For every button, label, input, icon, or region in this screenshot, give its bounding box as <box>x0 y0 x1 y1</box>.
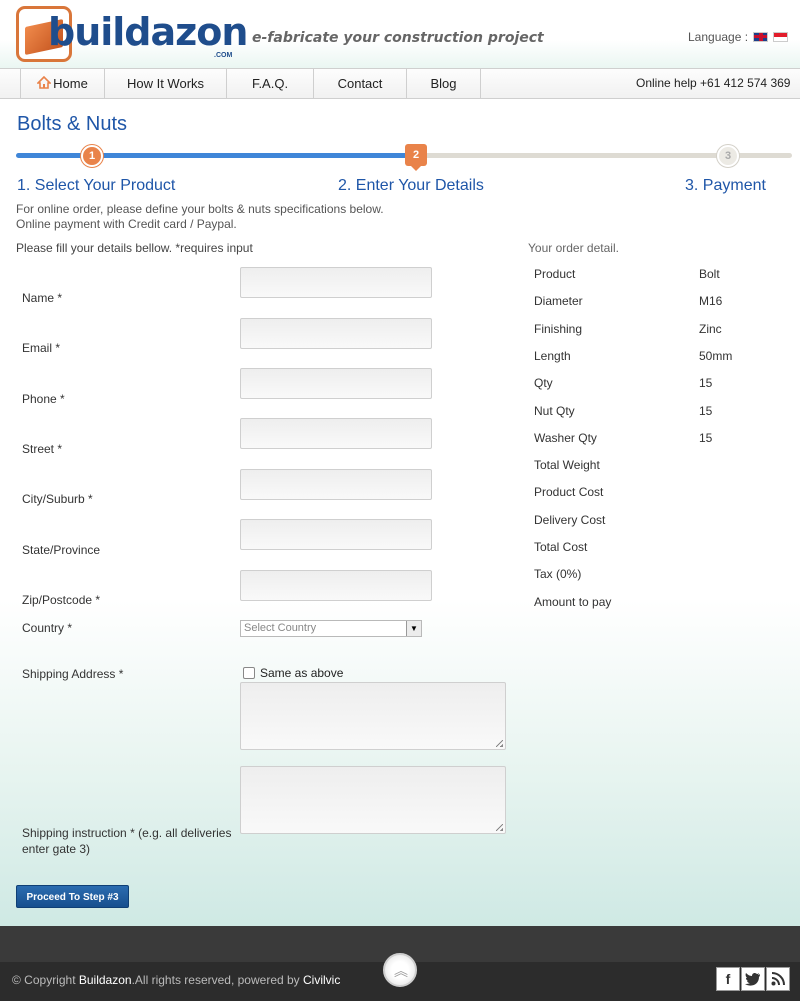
step-2-label: 2. Enter Your Details <box>338 177 484 194</box>
email-field[interactable] <box>240 318 432 349</box>
logo-wordmark: buildazon <box>48 10 248 54</box>
nav-item-how-it-works[interactable]: How It Works <box>104 69 226 98</box>
copyright-text: © Copyright Buildazon.All rights reserve… <box>12 973 340 987</box>
online-help-phone: Online help +61 412 574 369 <box>636 76 791 90</box>
country-label: Country * <box>22 621 73 635</box>
order-detail-value: 50mm <box>699 348 733 363</box>
language-label: Language : <box>688 30 749 44</box>
order-detail-value: Zinc <box>699 321 722 336</box>
step-3-marker: 3 <box>717 145 739 167</box>
step-2-marker: 2 <box>405 144 427 166</box>
step-3-label: 3. Payment <box>685 177 766 194</box>
order-detail-key: Nut Qty <box>534 403 575 418</box>
current-step-pointer <box>411 166 421 171</box>
uk-flag-icon[interactable] <box>753 32 768 42</box>
resize-grip-icon[interactable] <box>496 740 503 747</box>
order-detail-key: Diameter <box>534 294 583 309</box>
copyright-prefix: © Copyright <box>12 973 79 987</box>
order-detail-key: Product Cost <box>534 485 604 500</box>
buildazon-logo[interactable]: buildazon .COM <box>16 6 248 62</box>
intro-line-2: Online payment with Credit card / Paypal… <box>16 217 237 231</box>
order-detail-key: Amount to pay <box>534 594 612 609</box>
page-title: Bolts & Nuts <box>17 113 128 135</box>
nav-item-faq[interactable]: F.A.Q. <box>226 69 313 98</box>
country-select-value: Select Country <box>244 622 317 634</box>
site-tagline: e-fabricate your construction project <box>252 30 544 46</box>
chevron-up-icon: ︽ <box>394 963 408 979</box>
order-detail-key: Finishing <box>534 321 583 336</box>
resize-grip-icon[interactable] <box>496 824 503 831</box>
rss-shape <box>771 972 785 986</box>
order-detail-value: 15 <box>699 376 713 391</box>
order-detail-key: Total Weight <box>534 458 600 473</box>
facebook-icon[interactable]: f <box>716 967 740 991</box>
scroll-to-top-button[interactable]: ︽ <box>383 953 417 987</box>
nav-item-blog[interactable]: Blog <box>406 69 481 98</box>
home-icon <box>37 76 52 89</box>
email-label: Email * <box>22 341 61 355</box>
order-detail-title: Your order detail. <box>528 241 619 255</box>
intro-line-1: For online order, please define your bol… <box>16 202 384 216</box>
phone-label: Phone * <box>22 392 65 406</box>
progress-track-completed <box>16 153 416 158</box>
name-label: Name * <box>22 291 63 305</box>
street-field[interactable] <box>240 418 432 449</box>
zip-field[interactable] <box>240 570 432 601</box>
order-detail-value: M16 <box>699 294 723 309</box>
copyright-brand-link[interactable]: Buildazon <box>79 973 132 987</box>
twitter-bird-shape <box>745 972 760 986</box>
order-detail-key: Washer Qty <box>534 430 597 445</box>
phone-field[interactable] <box>240 368 432 399</box>
intro-text: For online order, please define your bol… <box>16 202 384 232</box>
order-detail-value: 15 <box>699 403 713 418</box>
name-field[interactable] <box>240 267 432 298</box>
shipping-instruction-label: Shipping instruction * (e.g. all deliver… <box>22 825 231 857</box>
shipping-instruction-textarea[interactable] <box>240 766 506 834</box>
order-detail-value: Bolt <box>699 267 720 281</box>
street-label: Street * <box>22 442 63 456</box>
order-detail-key: Tax (0%) <box>534 567 582 582</box>
twitter-icon[interactable] <box>741 967 765 991</box>
state-field[interactable] <box>240 519 432 550</box>
proceed-button[interactable]: Proceed To Step #3 <box>16 885 129 908</box>
main-nav: Home How It Works F.A.Q. Contact Blog On… <box>0 68 800 99</box>
country-select[interactable]: Select Country ▼ <box>240 620 422 637</box>
city-field[interactable] <box>240 469 432 500</box>
order-detail-key: Delivery Cost <box>534 512 606 527</box>
order-detail-key: Product <box>534 267 576 281</box>
powered-by-link[interactable]: Civilvic <box>303 973 340 987</box>
logo-domain-suffix: .COM <box>214 52 233 59</box>
nav-label-home: Home <box>53 76 88 91</box>
rss-icon[interactable] <box>766 967 790 991</box>
indonesia-flag-icon[interactable] <box>773 32 788 42</box>
zip-label: Zip/Postcode * <box>22 593 101 607</box>
nav-item-home[interactable]: Home <box>20 69 104 98</box>
state-label: State/Province <box>22 543 101 557</box>
form-hint: Please fill your details bellow. *requir… <box>16 241 253 255</box>
step-1-label[interactable]: 1. Select Your Product <box>17 177 175 195</box>
order-detail-key: Length <box>534 348 571 363</box>
order-detail-value: 15 <box>699 430 713 445</box>
shipping-address-label: Shipping Address * <box>22 667 124 681</box>
order-detail-key: Qty <box>534 376 553 391</box>
shipping-address-textarea[interactable] <box>240 682 506 750</box>
order-detail-key: Total Cost <box>534 540 588 554</box>
city-label: City/Suburb * <box>22 492 93 506</box>
same-as-above-label[interactable]: Same as above <box>260 666 343 680</box>
nav-item-contact[interactable]: Contact <box>313 69 406 98</box>
shipping-instruction-line-1: Shipping instruction * (e.g. all deliver… <box>22 826 232 840</box>
chevron-down-icon[interactable]: ▼ <box>406 621 421 636</box>
same-as-above-checkbox[interactable] <box>243 667 255 679</box>
site-header: buildazon .COM e-fabricate your construc… <box>0 0 800 68</box>
copyright-suffix: .All rights reserved, powered by <box>131 973 304 987</box>
shipping-instruction-line-2: enter gate 3) <box>22 842 91 856</box>
step-1-marker[interactable]: 1 <box>81 145 103 167</box>
